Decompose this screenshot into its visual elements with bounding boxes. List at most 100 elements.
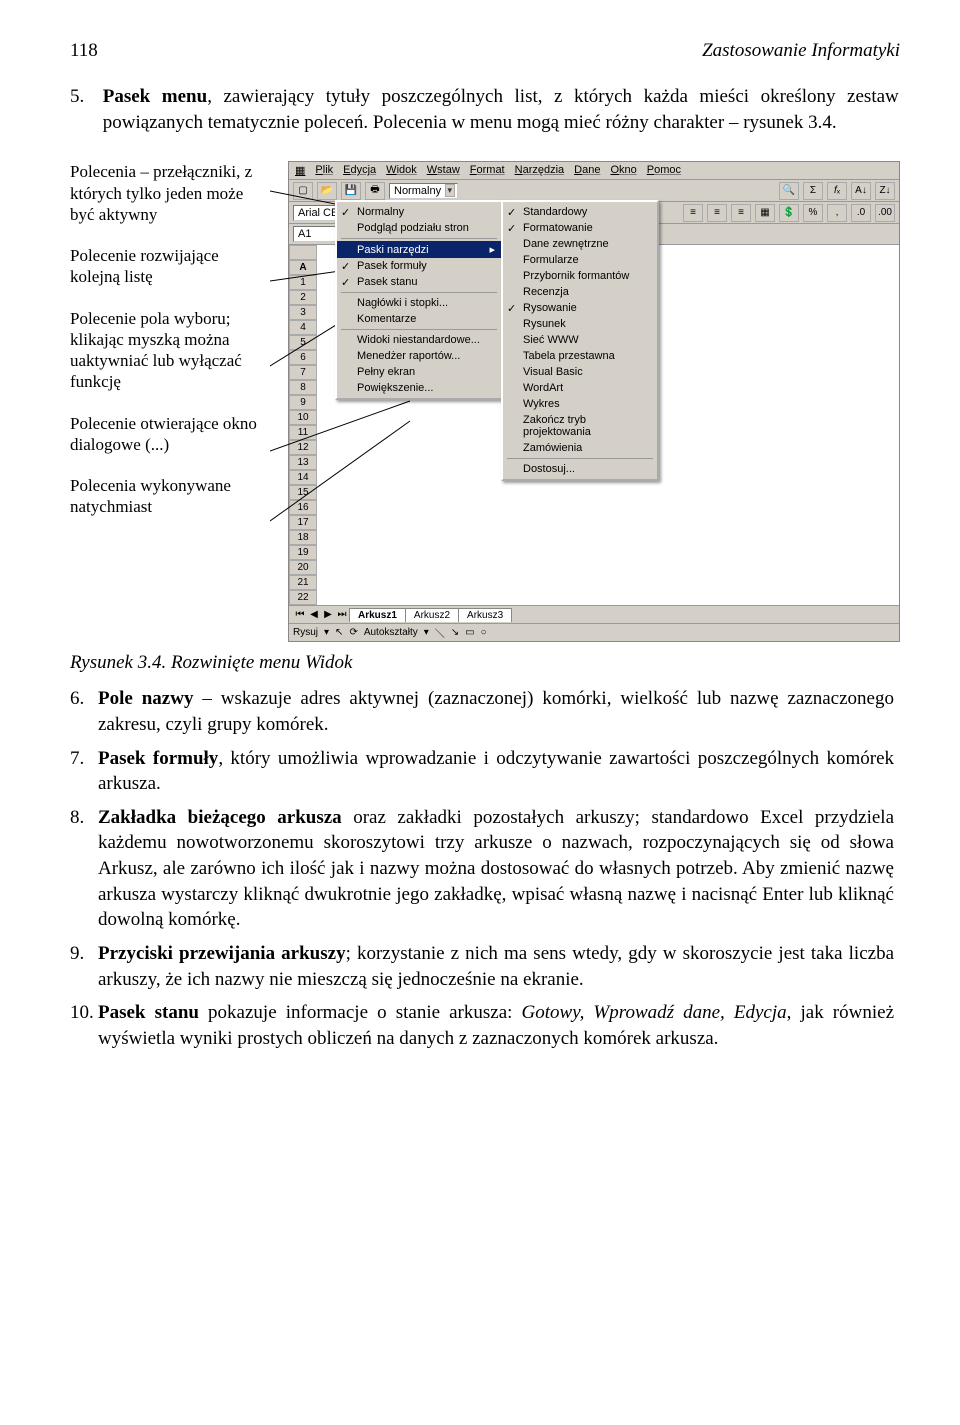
- menu-item-label: Podgląd podziału stron: [357, 222, 469, 234]
- menu-item-label: Komentarze: [357, 313, 416, 325]
- zoom-icon[interactable]: 🔍: [779, 182, 799, 200]
- submenu-item[interactable]: Rysunek: [503, 316, 657, 332]
- submenu-item-label: Standardowy: [523, 206, 587, 218]
- submenu-item[interactable]: Przybornik formantów: [503, 268, 657, 284]
- submenu-item-label: Recenzja: [523, 286, 569, 298]
- sort-desc-icon[interactable]: Z↓: [875, 182, 895, 200]
- menu-item[interactable]: Paski narzędzi▸: [337, 241, 501, 258]
- list-content: Pasek stanu pokazuje informacje o stanie…: [98, 1000, 894, 1051]
- menu-item[interactable]: Menedżer raportów...: [337, 348, 501, 364]
- list-rest-text: – wskazuje adres aktywnej (zaznaczonej) …: [98, 688, 894, 735]
- sheet-tab-2[interactable]: Arkusz2: [405, 608, 459, 622]
- menu-item[interactable]: Pełny ekran: [337, 364, 501, 380]
- align-right-icon[interactable]: ≡: [731, 204, 751, 222]
- menu-item[interactable]: ✓Pasek stanu: [337, 274, 501, 290]
- list-item: 6.Pole nazwy – wskazuje adres aktywnej (…: [70, 686, 900, 737]
- drawing-toolbar[interactable]: Rysuj▾ ↖ ⟳ Autokształty▾ ＼ ↘ ▭ ○: [289, 623, 899, 641]
- page-number: 118: [70, 40, 98, 62]
- widok-menu[interactable]: ✓Normalny Podgląd podziału stron Paski nar…: [335, 200, 503, 400]
- list-item-5: 5. Pasek menu, zawierający tytuły poszcz…: [70, 84, 900, 135]
- submenu-item-label: Rysowanie: [523, 302, 577, 314]
- submenu-item[interactable]: ✓Rysowanie: [503, 300, 657, 316]
- figure-label-5: Polecenia wykonywane natychmiast: [70, 475, 270, 518]
- submenu-item[interactable]: Sieć WWW: [503, 332, 657, 348]
- list-lead-term: Pole nazwy: [98, 688, 193, 709]
- submenu-item-label: Tabela przestawna: [523, 350, 615, 362]
- submenu-item[interactable]: Recenzja: [503, 284, 657, 300]
- list-item: 7.Pasek formuły, który umożliwia wprowad…: [70, 746, 900, 797]
- menu-item-label: Menedżer raportów...: [357, 350, 460, 362]
- sort-asc-icon[interactable]: A↓: [851, 182, 871, 200]
- submenu-item-label: Przybornik formantów: [523, 270, 629, 282]
- list-lead-term: Zakładka bieżącego arkusza: [98, 807, 342, 828]
- menu-item[interactable]: ✓Pasek formuły: [337, 258, 501, 274]
- submenu-item[interactable]: Dostosuj...: [503, 461, 657, 477]
- figure-label-1: Polecenia – przełączniki, z których tylk…: [70, 161, 270, 225]
- tab-prev-icon[interactable]: ◀: [307, 609, 321, 620]
- percent-icon[interactable]: %: [803, 204, 823, 222]
- submenu-item[interactable]: WordArt: [503, 380, 657, 396]
- tab-next-icon[interactable]: ▶: [321, 609, 335, 620]
- menu-item[interactable]: ✓Normalny: [337, 204, 501, 220]
- inc-dec-icon[interactable]: .0: [851, 204, 871, 222]
- list-content: Pasek formuły, który umożliwia wprowadza…: [98, 746, 894, 797]
- arrow-icon[interactable]: ↘: [451, 627, 459, 638]
- row-header[interactable]: 22: [289, 590, 317, 605]
- menu-item[interactable]: Komentarze: [337, 311, 501, 327]
- list-lead-term: Pasek formuły: [98, 748, 218, 769]
- tab-last-icon[interactable]: ⏭: [335, 609, 349, 620]
- figure-label-2: Polecenie rozwijające kolejną listę: [70, 245, 270, 288]
- tab-first-icon[interactable]: ⏮: [293, 609, 307, 620]
- submenu-item-label: Zamówienia: [523, 442, 582, 454]
- draw-label[interactable]: Rysuj: [293, 627, 318, 638]
- align-center-icon[interactable]: ≡: [707, 204, 727, 222]
- list-content: Przyciski przewijania arkuszy; korzystan…: [98, 941, 894, 992]
- menu-item[interactable]: Powiększenie...: [337, 380, 501, 396]
- menu-item[interactable]: Nagłówki i stopki...: [337, 295, 501, 311]
- rect-icon[interactable]: ▭: [465, 627, 474, 638]
- list-italic-text: Gotowy, Wprowadź dane, Edycja: [522, 1002, 787, 1023]
- list-number: 8.: [70, 805, 98, 831]
- align-left-icon[interactable]: ≡: [683, 204, 703, 222]
- submenu-item[interactable]: Zakończ tryb projektowania: [503, 412, 657, 440]
- list-lead-term: Przyciski przewijania arkuszy: [98, 943, 346, 964]
- sheet-tabs[interactable]: ⏮ ◀ ▶ ⏭ Arkusz1 Arkusz2 Arkusz3: [289, 605, 899, 623]
- submenu-item[interactable]: Wykres: [503, 396, 657, 412]
- list-lead-term: Pasek menu: [103, 86, 207, 107]
- menu-pomoc[interactable]: Pomoc: [647, 164, 681, 177]
- pointer-icon[interactable]: ↖: [335, 627, 343, 638]
- menu-okno[interactable]: Okno: [610, 164, 636, 177]
- submenu-item[interactable]: ✓Formatowanie: [503, 220, 657, 236]
- sheet-tab-3[interactable]: Arkusz3: [458, 608, 512, 622]
- submenu-item[interactable]: Formularze: [503, 252, 657, 268]
- oval-icon[interactable]: ○: [481, 627, 487, 638]
- line-icon[interactable]: ＼: [435, 625, 445, 640]
- menu-item[interactable]: Podgląd podziału stron: [337, 220, 501, 236]
- merge-icon[interactable]: ▦: [755, 204, 775, 222]
- submenu-item[interactable]: Visual Basic: [503, 364, 657, 380]
- submenu-item[interactable]: Zamówienia: [503, 440, 657, 456]
- list-item: 10.Pasek stanu pokazuje informacje o sta…: [70, 1000, 900, 1051]
- list-number: 6.: [70, 686, 98, 712]
- currency-icon[interactable]: 💲: [779, 204, 799, 222]
- dec-dec-icon[interactable]: .00: [875, 204, 895, 222]
- submenu-item[interactable]: Tabela przestawna: [503, 348, 657, 364]
- list-content: Pole nazwy – wskazuje adres aktywnej (za…: [98, 686, 894, 737]
- menu-item[interactable]: Widoki niestandardowe...: [337, 332, 501, 348]
- list-number: 5.: [70, 84, 98, 110]
- list-rest-text: , zawierający tytuły poszczególnych list…: [103, 86, 899, 133]
- fx-icon[interactable]: fₓ: [827, 182, 847, 200]
- submenu-item-label: Dane zewnętrzne: [523, 238, 609, 250]
- submenu-item-label: Formularze: [523, 254, 579, 266]
- menu-item-label: Nagłówki i stopki...: [357, 297, 448, 309]
- autoshapes-label[interactable]: Autokształty: [364, 627, 418, 638]
- rotate-icon[interactable]: ⟳: [349, 627, 357, 638]
- comma-icon[interactable]: ,: [827, 204, 847, 222]
- submenu-item[interactable]: Dane zewnętrzne: [503, 236, 657, 252]
- sheet-tab-1[interactable]: Arkusz1: [349, 608, 406, 622]
- sum-icon[interactable]: Σ: [803, 182, 823, 200]
- submenu-item[interactable]: ✓Standardowy: [503, 204, 657, 220]
- toolbars-submenu[interactable]: ✓Standardowy✓Formatowanie Dane zewnętrzne…: [501, 200, 659, 481]
- submenu-item-label: Dostosuj...: [523, 463, 575, 475]
- figure: Polecenia – przełączniki, z których tylk…: [70, 161, 900, 642]
